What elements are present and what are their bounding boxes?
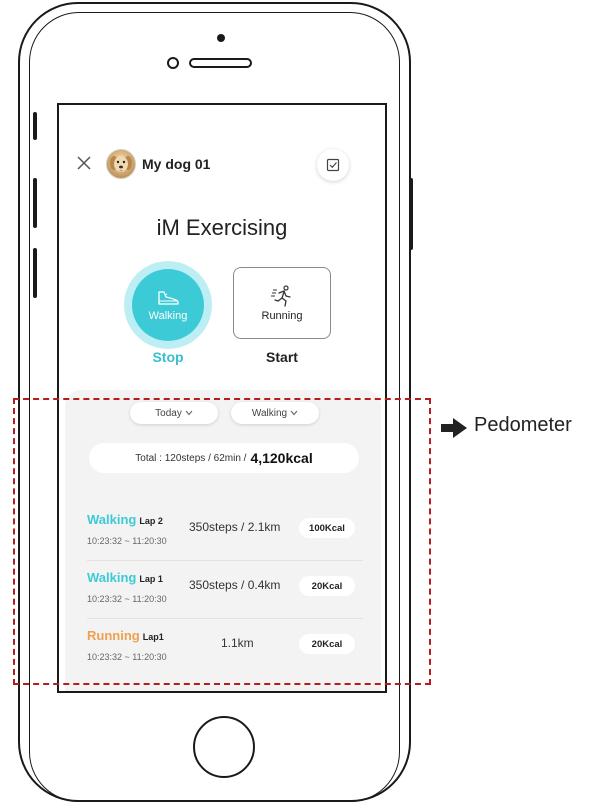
arrow-right-icon (441, 418, 467, 438)
running-mode-button[interactable]: Running (233, 267, 331, 339)
dog-name: My dog 01 (142, 156, 211, 172)
front-camera (167, 57, 179, 69)
volume-up-button (33, 178, 37, 228)
pedometer-annotation-label: Pedometer (474, 414, 572, 436)
pedometer-highlight-box (13, 398, 431, 685)
running-mode-label: Running (261, 309, 303, 322)
dog-face-icon (110, 156, 132, 172)
power-button (409, 178, 413, 250)
dog-avatar[interactable] (106, 149, 136, 179)
earpiece-speaker (189, 58, 252, 68)
home-button[interactable] (193, 716, 255, 778)
start-label[interactable]: Start (233, 349, 331, 365)
checkbox-edit-icon (326, 158, 340, 172)
stop-label[interactable]: Stop (131, 349, 205, 365)
close-icon[interactable] (76, 155, 92, 171)
walking-mode-button[interactable]: Walking (132, 269, 204, 341)
page-title: iM Exercising (156, 215, 288, 240)
walking-mode-label: Walking (148, 309, 188, 322)
sneaker-icon (158, 290, 179, 305)
camera-dot (217, 34, 225, 42)
silent-switch (33, 112, 37, 140)
runner-icon (271, 284, 291, 307)
volume-down-button (33, 248, 37, 298)
checklist-button[interactable] (317, 149, 349, 181)
